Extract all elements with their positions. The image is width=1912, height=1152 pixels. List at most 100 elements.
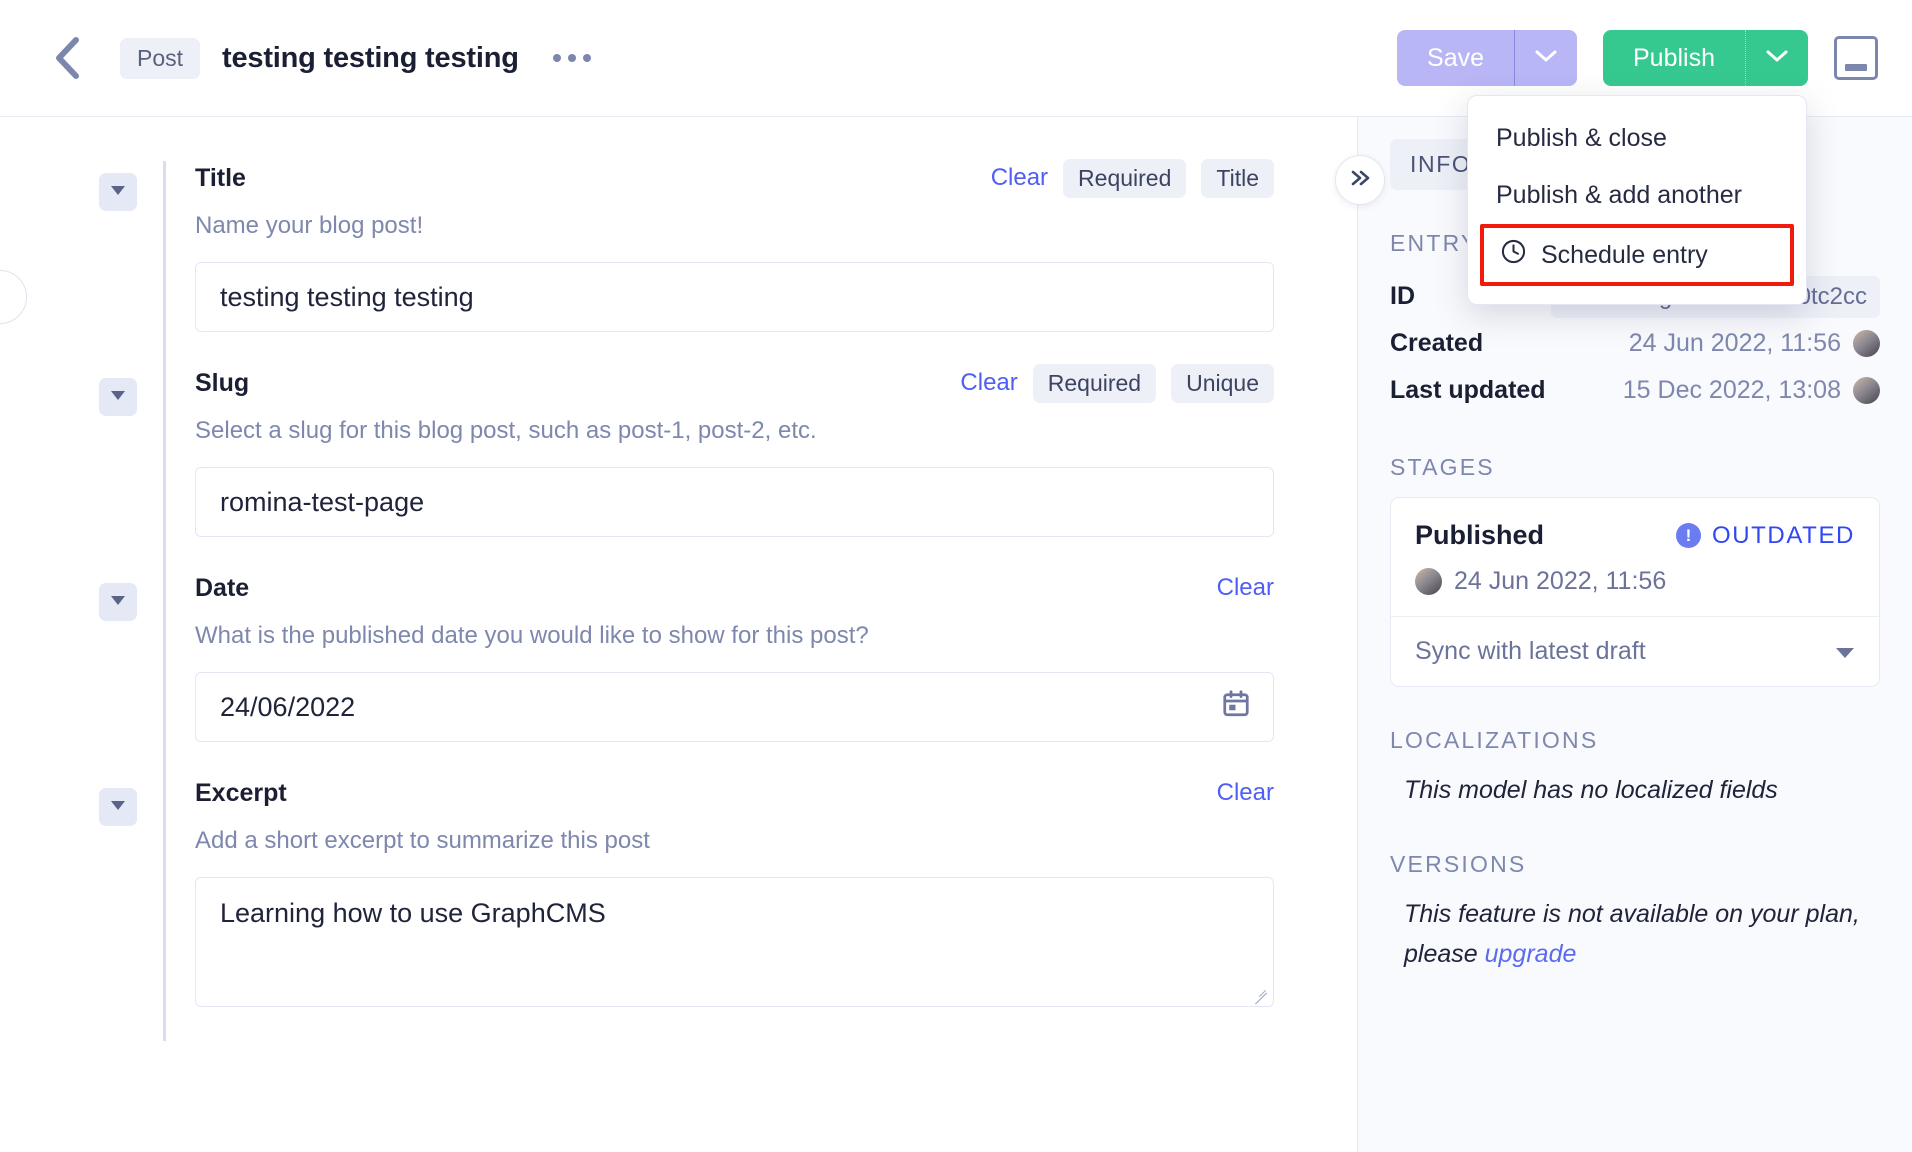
clear-link[interactable]: Clear xyxy=(1217,779,1274,807)
entry-editor-screen: Post testing testing testing Save Publis… xyxy=(0,0,1912,1152)
field-body: Slug Clear Required Unique Select a slug… xyxy=(163,366,1274,571)
back-button[interactable] xyxy=(46,37,88,79)
avatar xyxy=(1415,568,1442,595)
clock-icon xyxy=(1500,238,1527,272)
chevron-down-icon xyxy=(110,593,126,611)
chevron-down-icon xyxy=(1765,48,1789,69)
chevron-down-icon xyxy=(110,183,126,201)
versions-note: This feature is not available on your pl… xyxy=(1390,894,1880,975)
stage-card-body: Published ! OUTDATED 24 Jun 2022, 11:56 xyxy=(1391,498,1879,616)
stage-card-published: Published ! OUTDATED 24 Jun 2022, 11:56 … xyxy=(1390,497,1880,687)
slug-input[interactable]: romina-test-page xyxy=(195,467,1274,537)
field-meta: Clear Required Title xyxy=(991,159,1274,198)
chevrons-right-icon xyxy=(1348,168,1372,193)
versions-section-title: VERSIONS xyxy=(1390,851,1880,878)
status-badge: ! OUTDATED xyxy=(1676,522,1855,550)
field-chip-required: Required xyxy=(1063,159,1186,198)
chevron-down-icon xyxy=(1534,48,1558,69)
menu-item-publish-add-another[interactable]: Publish & add another xyxy=(1468,167,1806,224)
field-meta: Clear xyxy=(1217,779,1274,807)
save-button[interactable]: Save xyxy=(1397,30,1515,86)
row-key: Created xyxy=(1390,329,1483,358)
field-header: Date Clear xyxy=(195,571,1274,605)
entry-row-last-updated: Last updated 15 Dec 2022, 13:08 xyxy=(1390,367,1880,414)
field-label: Date xyxy=(195,574,249,603)
field-header: Excerpt Clear xyxy=(195,776,1274,810)
field-excerpt: Excerpt Clear Add a short excerpt to sum… xyxy=(0,776,1357,1041)
chevron-down-icon xyxy=(1835,637,1855,666)
date-input-value: 24/06/2022 xyxy=(220,692,355,723)
entry-row-created: Created 24 Jun 2022, 11:56 xyxy=(1390,320,1880,367)
field-body: Title Clear Required Title Name your blo… xyxy=(163,161,1274,366)
clear-link[interactable]: Clear xyxy=(960,369,1017,397)
stages-section-title: STAGES xyxy=(1390,454,1880,481)
save-split-button: Save xyxy=(1397,30,1577,86)
stage-header: Published ! OUTDATED xyxy=(1415,520,1855,551)
entry-type-chip: Post xyxy=(120,38,200,79)
field-body: Date Clear What is the published date yo… xyxy=(163,571,1274,776)
menu-item-label: Publish & add another xyxy=(1496,181,1742,210)
field-chip-title: Title xyxy=(1201,159,1274,198)
resize-handle[interactable] xyxy=(1254,988,1268,1002)
avatar xyxy=(1853,377,1880,404)
field-description: Add a short excerpt to summarize this po… xyxy=(195,827,1274,855)
field-title: Title Clear Required Title Name your blo… xyxy=(0,161,1357,366)
ellipsis-icon xyxy=(553,54,591,62)
status-label: OUTDATED xyxy=(1712,522,1855,550)
field-label: Title xyxy=(195,164,246,193)
top-bar-actions: Save Publish xyxy=(1397,30,1878,86)
field-meta: Clear Required Unique xyxy=(960,364,1274,403)
field-date: Date Clear What is the published date yo… xyxy=(0,571,1357,776)
title-input[interactable]: testing testing testing xyxy=(195,262,1274,332)
excerpt-textarea[interactable]: Learning how to use GraphCMS xyxy=(195,877,1274,1007)
publish-split-button: Publish xyxy=(1603,30,1808,86)
publish-button[interactable]: Publish xyxy=(1603,30,1746,86)
created-value: 24 Jun 2022, 11:56 xyxy=(1629,329,1841,358)
stage-date: 24 Jun 2022, 11:56 xyxy=(1454,567,1666,596)
menu-item-label: Publish & close xyxy=(1496,124,1667,153)
row-value: 15 Dec 2022, 13:08 xyxy=(1623,376,1880,405)
field-header: Title Clear Required Title xyxy=(195,161,1274,195)
field-chip-required: Required xyxy=(1033,364,1156,403)
versions-note-text: This feature is not available on your pl… xyxy=(1404,900,1860,969)
exclamation-circle-icon: ! xyxy=(1676,523,1701,548)
page-title: testing testing testing xyxy=(222,42,519,75)
publish-dropdown-menu: Publish & close Publish & add another Sc… xyxy=(1467,95,1807,305)
field-body: Excerpt Clear Add a short excerpt to sum… xyxy=(163,776,1274,1041)
chevron-left-icon xyxy=(54,36,80,80)
calendar-icon[interactable] xyxy=(1221,689,1251,726)
slug-input-value: romina-test-page xyxy=(220,487,424,518)
excerpt-value: Learning how to use GraphCMS xyxy=(220,898,606,928)
save-dropdown-button[interactable] xyxy=(1515,30,1577,86)
field-collapse-toggle[interactable] xyxy=(99,583,137,621)
panel-toggle-icon xyxy=(1845,64,1867,71)
menu-item-label: Schedule entry xyxy=(1541,241,1708,270)
field-collapse-toggle[interactable] xyxy=(99,173,137,211)
field-description: What is the published date you would lik… xyxy=(195,622,1274,650)
sync-with-latest-draft-button[interactable]: Sync with latest draft xyxy=(1391,616,1879,686)
entry-form: Title Clear Required Title Name your blo… xyxy=(0,117,1357,1152)
last-updated-value: 15 Dec 2022, 13:08 xyxy=(1623,376,1841,405)
sidebar-collapse-button[interactable] xyxy=(1335,155,1385,205)
chevron-down-icon xyxy=(110,798,126,816)
field-collapse-toggle[interactable] xyxy=(99,378,137,416)
field-description: Name your blog post! xyxy=(195,212,1274,240)
field-label: Excerpt xyxy=(195,779,287,808)
sync-label: Sync with latest draft xyxy=(1415,637,1646,666)
field-collapse-toggle[interactable] xyxy=(99,788,137,826)
field-slug: Slug Clear Required Unique Select a slug… xyxy=(0,366,1357,571)
menu-item-schedule-entry[interactable]: Schedule entry xyxy=(1480,224,1794,286)
upgrade-link[interactable]: upgrade xyxy=(1485,940,1577,968)
field-label: Slug xyxy=(195,369,249,398)
date-input[interactable]: 24/06/2022 xyxy=(195,672,1274,742)
clear-link[interactable]: Clear xyxy=(991,164,1048,192)
row-value: 24 Jun 2022, 11:56 xyxy=(1629,329,1880,358)
localizations-section-title: LOCALIZATIONS xyxy=(1390,727,1880,754)
localizations-note: This model has no localized fields xyxy=(1390,770,1880,811)
field-header: Slug Clear Required Unique xyxy=(195,366,1274,400)
clear-link[interactable]: Clear xyxy=(1217,574,1274,602)
menu-item-publish-close[interactable]: Publish & close xyxy=(1468,110,1806,167)
more-actions-button[interactable] xyxy=(547,44,597,72)
publish-dropdown-button[interactable] xyxy=(1746,30,1808,86)
panel-toggle-button[interactable] xyxy=(1834,36,1878,80)
